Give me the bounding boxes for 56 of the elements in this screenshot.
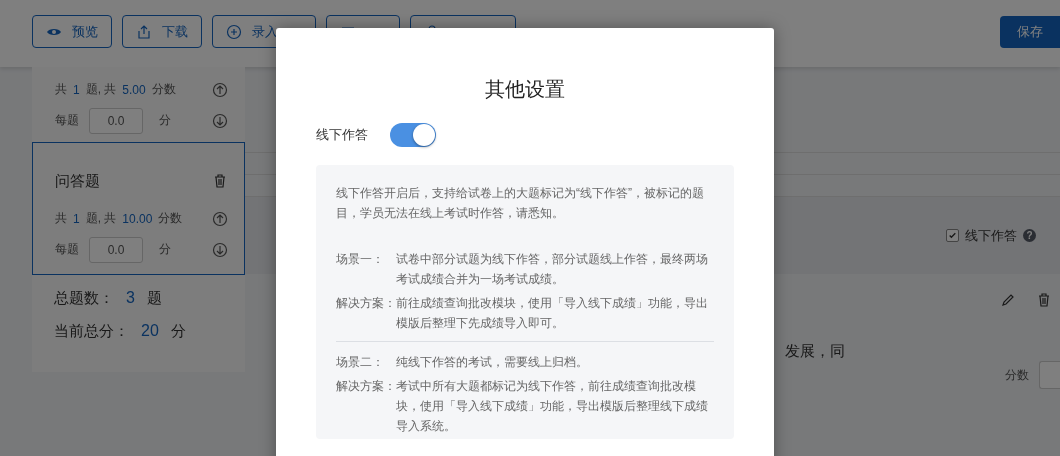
- unit-label: 分: [159, 241, 171, 258]
- total-value: 3: [126, 289, 135, 308]
- dialog-title: 其他设置: [485, 77, 565, 102]
- unit-label: 分: [159, 112, 171, 129]
- summary-text: 1: [73, 211, 80, 226]
- per-label: 每题: [55, 112, 79, 129]
- item-label: 解决方案：: [336, 295, 396, 312]
- question-card[interactable]: 共 1 题, 共 5.00 分数 每题 0.0 分: [32, 67, 245, 142]
- total-unit: 分: [170, 322, 186, 341]
- toolbar-button[interactable]: 下载: [122, 15, 202, 48]
- per-label: 每题: [55, 241, 79, 258]
- total-label: 总题数：: [54, 289, 114, 308]
- question-text: 发展，同: [784, 342, 846, 361]
- card-title: 问答题: [55, 171, 100, 191]
- item-text: 前往成绩查询批改模块，使用「导入线下成绩」功能，导出模版后整理下先成绩导入即可。: [396, 295, 709, 332]
- total-value: 20: [141, 322, 159, 341]
- pencil-icon: [1000, 292, 1016, 308]
- summary-text: 分数: [158, 210, 183, 227]
- checkbox-label: 线下作答: [965, 226, 1017, 245]
- score-input[interactable]: 0.0: [89, 236, 143, 263]
- summary-text: 题, 共: [85, 210, 117, 227]
- arrow-up-circle-icon: [212, 210, 228, 227]
- item-text: 试卷中部分试题为线下作答，部分试题线上作答，最终两场考试成绩合并为一场考试成绩。: [396, 251, 709, 288]
- plus-circle-icon: [226, 23, 242, 40]
- total-label: 当前总分：: [54, 322, 129, 341]
- summary-text: 共: [55, 81, 67, 98]
- upload-icon: [136, 23, 152, 40]
- toggle-switch[interactable]: [390, 123, 436, 147]
- arrow-down-circle-icon: [212, 112, 228, 129]
- item-text: 纯线下作答的考试，需要线上归档。: [396, 354, 589, 371]
- item-text: 考试中所有大题都标记为线下作答，前往成绩查询批改模块，使用「导入线下成绩」功能，导出模版后整理线下成绩导入系统。: [396, 378, 709, 435]
- arrow-up-circle-icon: [212, 81, 228, 98]
- item-label: 场景二：: [336, 354, 385, 371]
- trash-icon: [212, 173, 228, 189]
- score-input[interactable]: [1039, 361, 1060, 389]
- toggle-label: 线下作答: [316, 126, 368, 144]
- score-input[interactable]: 0.0: [89, 107, 143, 134]
- summary-text: 共: [55, 210, 67, 227]
- item-label: 解决方案：: [336, 378, 396, 395]
- summary-text: 5.00: [122, 82, 146, 97]
- question-card[interactable]: 问答题 共 1 题, 共 10.00 分数 每题 0.0 分: [32, 142, 245, 275]
- summary-text: 10.00: [122, 211, 153, 226]
- summary-text: 1: [73, 82, 80, 97]
- item-label: 场景一：: [336, 251, 385, 268]
- intro-text: 线下作答开启后，支持给试卷上的大题标记为“线下作答”，被标记的题目，学员无法在线上考试时作答，请悉知。: [336, 185, 705, 222]
- score-label: 分数: [1005, 366, 1029, 384]
- toolbar-button[interactable]: 预览: [32, 15, 112, 48]
- checkbox[interactable]: [946, 229, 959, 242]
- trash-icon: [1036, 292, 1052, 308]
- check-icon: [948, 231, 957, 240]
- help-icon[interactable]: ?: [1023, 229, 1036, 242]
- total-unit: 题: [146, 289, 162, 308]
- save-button[interactable]: 保存: [1000, 16, 1060, 48]
- arrow-down-circle-icon: [212, 241, 228, 258]
- summary-text: 题, 共: [85, 81, 117, 98]
- summary-text: 分数: [151, 81, 176, 98]
